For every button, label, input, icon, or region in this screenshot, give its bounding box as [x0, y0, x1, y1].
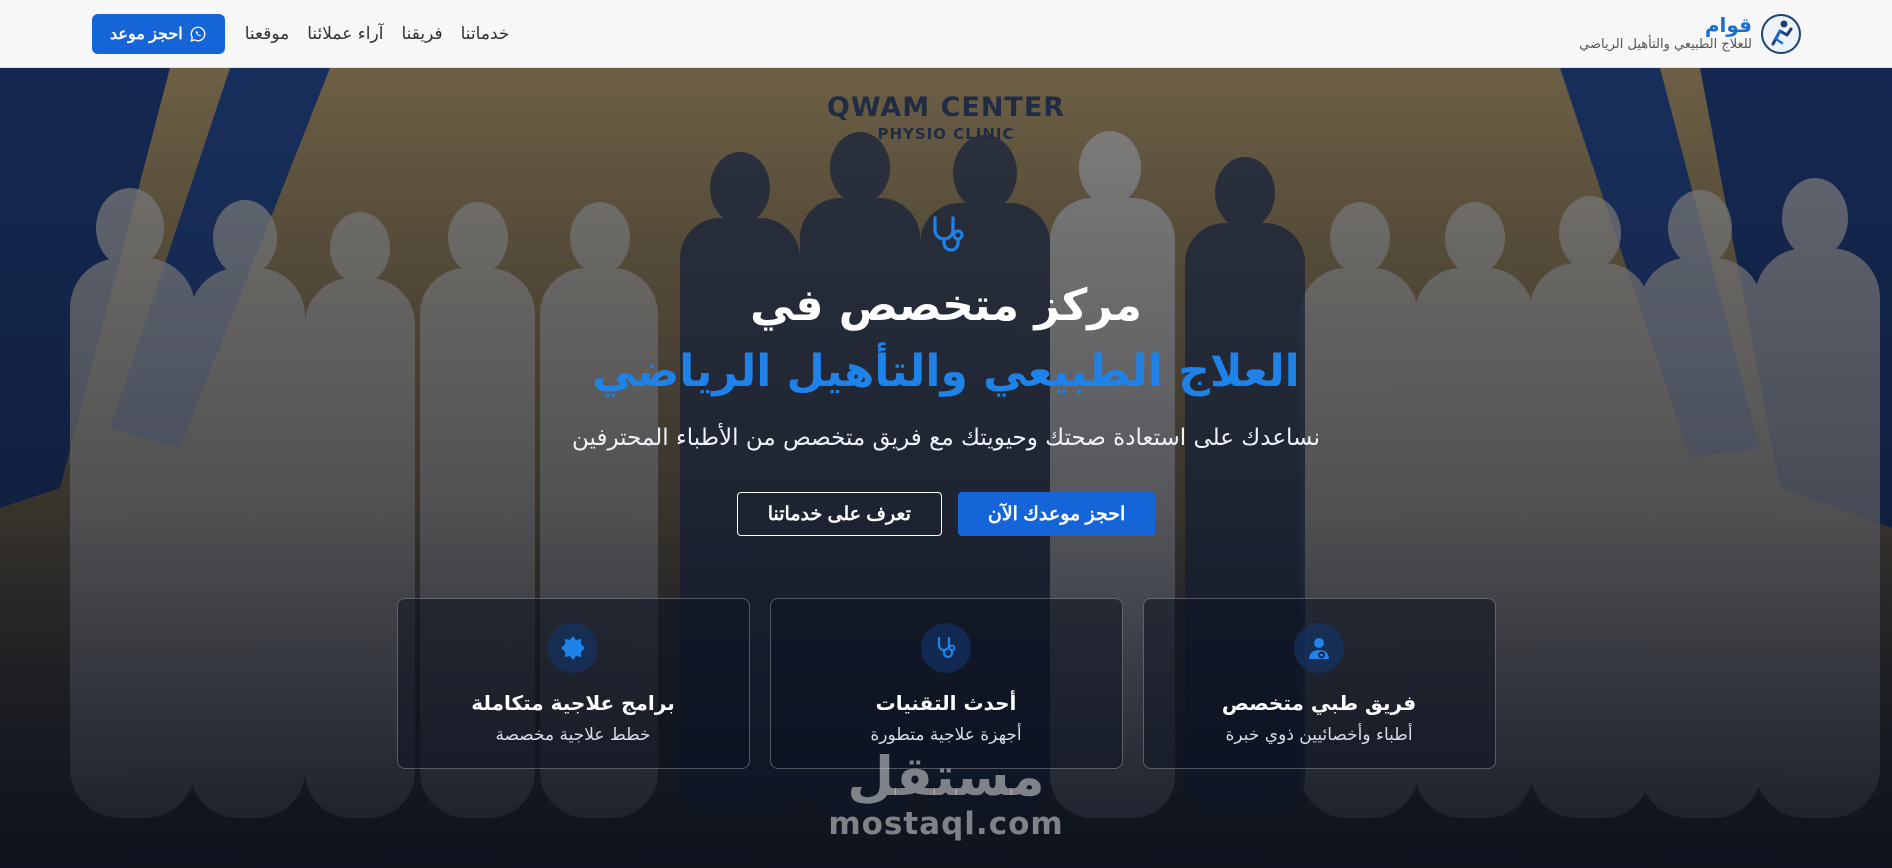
cta-row: احجز موعدك الآن تعرف على خدماتنا [736, 492, 1156, 536]
brand-name: قوام [1704, 12, 1752, 37]
book-appointment-button[interactable]: احجز موعد [92, 13, 225, 54]
feature-desc: خطط علاجية مخصصة [495, 725, 651, 745]
whatsapp-icon [189, 26, 206, 42]
feature-title: برامج علاجية متكاملة [471, 691, 675, 715]
nav-link-team[interactable]: فريقنا [401, 24, 442, 44]
book-appointment-label: احجز موعد [110, 25, 183, 43]
doctor-icon [1309, 638, 1329, 659]
feature-desc: أطباء وأخصائيين ذوي خبرة [1225, 725, 1413, 745]
feature-icon-wrap [548, 623, 598, 673]
nav-area: خدماتنا فريقنا آراء عملائنا موقعنا احجز … [92, 13, 510, 54]
nav-link-location[interactable]: موقعنا [245, 24, 290, 44]
stethoscope-icon [937, 636, 956, 659]
top-navbar: قوام للعلاج الطبيعي والتأهيل الرياضي خدم… [0, 0, 1892, 68]
feature-desc: أجهزة علاجية متطورة [870, 725, 1022, 745]
nav-link-testimonials[interactable]: آراء عملائنا [307, 24, 383, 44]
nav-link-services[interactable]: خدماتنا [461, 24, 510, 44]
features-row: فريق طبي متخصص أطباء وأخصائيين ذوي خبرة … [396, 598, 1496, 769]
brand[interactable]: قوام للعلاج الطبيعي والتأهيل الرياضي [1579, 13, 1802, 55]
feature-card-programs: برامج علاجية متكاملة خطط علاجية مخصصة [396, 598, 750, 769]
feature-card-technology: أحدث التقنيات أجهزة علاجية متطورة [769, 598, 1123, 769]
feature-title: فريق طبي متخصص [1221, 691, 1417, 715]
feature-card-team: فريق طبي متخصص أطباء وأخصائيين ذوي خبرة [1142, 598, 1496, 769]
stethoscope-icon [933, 216, 964, 252]
brand-tagline: للعلاج الطبيعي والتأهيل الرياضي [1579, 36, 1752, 52]
book-now-button[interactable]: احجز موعدك الآن [957, 492, 1156, 536]
hero-section: QWAM CENTER PHYSIO CLINIC مركز متخصص في … [0, 68, 1892, 868]
explore-services-button[interactable]: تعرف على خدماتنا [736, 492, 942, 536]
hero-subtitle: نساعدك على استعادة صحتك وحيويتك مع فريق … [572, 425, 1320, 451]
feature-icon-wrap [921, 623, 971, 673]
feature-icon-wrap [1294, 623, 1344, 673]
badge-icon [561, 636, 585, 660]
hero-title-line-1: مركز متخصص في [750, 280, 1142, 331]
feature-title: أحدث التقنيات [875, 691, 1017, 715]
hero-content: مركز متخصص في العلاج الطبيعي والتأهيل ال… [0, 68, 1892, 868]
logo-icon [1761, 13, 1801, 54]
hero-title-line-2: العلاج الطبيعي والتأهيل الرياضي [592, 346, 1300, 397]
main-nav: خدماتنا فريقنا آراء عملائنا موقعنا [245, 24, 510, 44]
